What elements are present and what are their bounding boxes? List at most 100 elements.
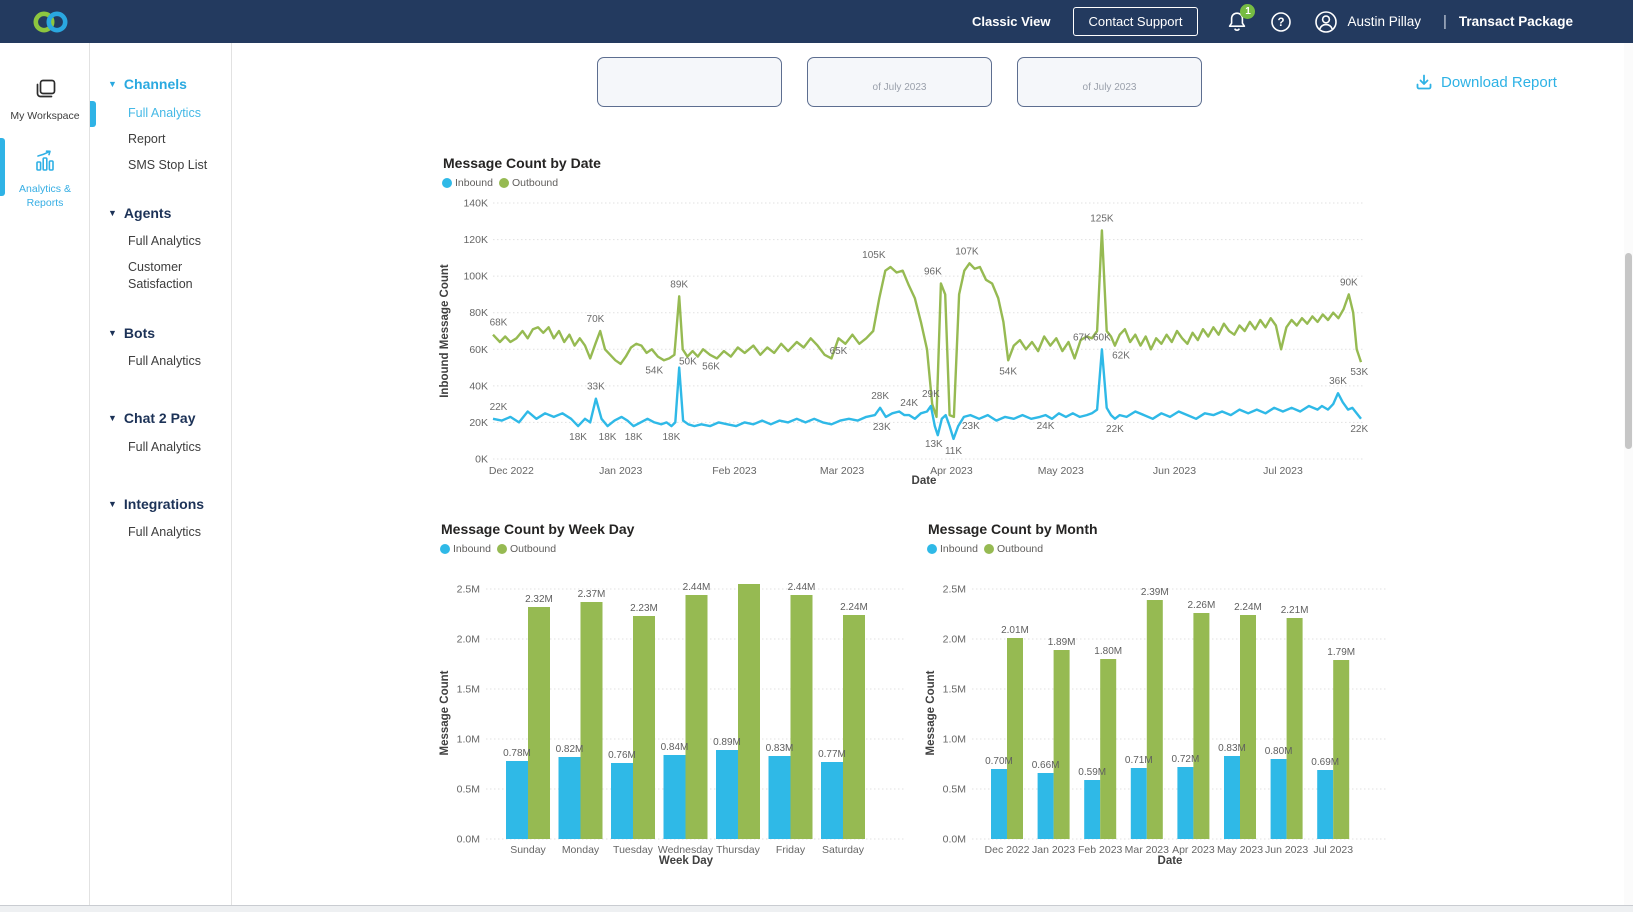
- sidebar-item-agents-customer-satisfaction[interactable]: Customer Satisfaction: [128, 259, 220, 293]
- help-button[interactable]: ?: [1270, 11, 1292, 33]
- svg-text:2.26M: 2.26M: [1188, 600, 1216, 611]
- sidebar-item-bots-full-analytics[interactable]: Full Analytics: [128, 353, 201, 370]
- svg-text:0.5M: 0.5M: [457, 784, 480, 796]
- svg-text:68K: 68K: [490, 318, 508, 329]
- svg-text:140K: 140K: [463, 198, 488, 210]
- svg-text:0.76M: 0.76M: [608, 750, 636, 761]
- svg-text:29K: 29K: [922, 389, 940, 400]
- svg-text:89K: 89K: [670, 279, 688, 290]
- legend-item-outbound: Outbound: [499, 177, 558, 189]
- month-chart-y-axis-title: Message Count: [925, 563, 941, 863]
- line-chart-title: Message Count by Date: [443, 155, 601, 171]
- svg-text:80K: 80K: [469, 307, 488, 319]
- legend-label: Outbound: [510, 543, 556, 555]
- help-icon: ?: [1270, 11, 1292, 33]
- month-chart-title: Message Count by Month: [928, 521, 1098, 537]
- date-filter-box-2[interactable]: of July 2023: [807, 57, 992, 107]
- sidebar-item-channels-sms-stop-list[interactable]: SMS Stop List: [128, 157, 207, 174]
- svg-text:Dec 2022: Dec 2022: [985, 844, 1030, 856]
- svg-text:2.0M: 2.0M: [943, 634, 966, 646]
- section-label: Chat 2 Pay: [124, 410, 196, 426]
- section-label: Channels: [124, 76, 187, 92]
- svg-text:0.5M: 0.5M: [943, 784, 966, 796]
- svg-text:2.39M: 2.39M: [1141, 587, 1169, 598]
- caret-down-icon: ▼: [108, 329, 117, 338]
- month-chart-legend: Inbound Outbound: [927, 543, 1043, 555]
- svg-text:70K: 70K: [587, 314, 605, 325]
- vertical-scrollbar-track[interactable]: [1624, 43, 1633, 905]
- active-item-bar: [90, 101, 96, 127]
- svg-text:60K: 60K: [1093, 332, 1111, 343]
- weekday-chart-legend: Inbound Outbound: [440, 543, 556, 555]
- svg-text:Jun 2023: Jun 2023: [1265, 844, 1308, 856]
- avatar-icon: [1314, 10, 1338, 34]
- svg-text:Jul 2023: Jul 2023: [1263, 465, 1303, 477]
- svg-text:Jul 2023: Jul 2023: [1313, 844, 1353, 856]
- svg-text:0.77M: 0.77M: [818, 749, 846, 760]
- svg-text:Jan 2023: Jan 2023: [1032, 844, 1075, 856]
- vertical-scrollbar-thumb[interactable]: [1625, 253, 1632, 449]
- svg-text:2.24M: 2.24M: [1234, 602, 1262, 613]
- legend-item-inbound: Inbound: [927, 543, 978, 555]
- sidebar-item-channels-full-analytics[interactable]: Full Analytics: [128, 105, 201, 122]
- svg-text:100K: 100K: [463, 271, 488, 283]
- sidebar-section-integrations[interactable]: ▼ Integrations: [108, 496, 204, 512]
- download-report-button[interactable]: Download Report: [1415, 73, 1557, 91]
- svg-text:1.79M: 1.79M: [1327, 647, 1355, 658]
- svg-text:105K: 105K: [862, 250, 886, 261]
- left-rail: My Workspace Analytics & Reports: [0, 43, 90, 905]
- svg-text:2.5M: 2.5M: [457, 584, 480, 596]
- rail-item-my-workspace[interactable]: My Workspace: [0, 77, 90, 124]
- navbar-right-cluster: Classic View Contact Support 1 ?: [972, 7, 1633, 36]
- sidebar-section-channels[interactable]: ▼ Channels: [108, 76, 187, 92]
- contact-support-button[interactable]: Contact Support: [1073, 7, 1199, 36]
- legend-dot-outbound: [499, 178, 509, 188]
- svg-text:0.71M: 0.71M: [1125, 755, 1153, 766]
- active-indicator-bar: [0, 138, 5, 196]
- legend-item-outbound: Outbound: [497, 543, 556, 555]
- month-chart-x-axis-title: Date: [1110, 855, 1230, 867]
- section-label: Agents: [124, 205, 171, 221]
- user-menu[interactable]: Austin Pillay: [1314, 10, 1421, 34]
- svg-text:54K: 54K: [999, 366, 1017, 377]
- legend-item-outbound: Outbound: [984, 543, 1043, 555]
- date-filter-value: of July 2023: [808, 82, 991, 93]
- svg-text:Sunday: Sunday: [510, 844, 546, 856]
- svg-text:1.5M: 1.5M: [943, 684, 966, 696]
- svg-text:22K: 22K: [490, 402, 508, 413]
- rail-item-analytics-reports[interactable]: Analytics & Reports: [0, 148, 90, 210]
- classic-view-toggle[interactable]: Classic View: [972, 14, 1051, 29]
- svg-text:Mar 2023: Mar 2023: [820, 465, 865, 477]
- date-filter-box-3[interactable]: of July 2023: [1017, 57, 1202, 107]
- user-name: Austin Pillay: [1347, 14, 1421, 29]
- svg-text:1.89M: 1.89M: [1048, 637, 1076, 648]
- svg-text:0.78M: 0.78M: [503, 748, 531, 759]
- svg-text:Monday: Monday: [562, 844, 600, 856]
- download-report-label: Download Report: [1441, 74, 1557, 91]
- notifications-button[interactable]: 1: [1226, 10, 1248, 34]
- svg-text:2.24M: 2.24M: [840, 602, 868, 613]
- date-filter-box-1[interactable]: [597, 57, 782, 107]
- workspace-icon: [32, 77, 58, 101]
- line-chart: 0K20K40K60K80K100K120K140KDec 2022Jan 20…: [440, 193, 1605, 493]
- svg-text:33K: 33K: [587, 382, 605, 393]
- sidebar-item-chat2pay-full-analytics[interactable]: Full Analytics: [128, 439, 201, 456]
- sidebar-item-channels-report[interactable]: Report: [128, 131, 166, 148]
- sidebar-section-agents[interactable]: ▼ Agents: [108, 205, 171, 221]
- date-filter-value: of July 2023: [1018, 82, 1201, 93]
- app-logo[interactable]: [30, 9, 72, 35]
- sidebar-item-integrations-full-analytics[interactable]: Full Analytics: [128, 524, 201, 541]
- svg-text:11K: 11K: [945, 446, 962, 457]
- svg-text:22K: 22K: [1350, 424, 1368, 435]
- sidebar-section-bots[interactable]: ▼ Bots: [108, 325, 155, 341]
- sidebar-section-chat-2-pay[interactable]: ▼ Chat 2 Pay: [108, 410, 196, 426]
- svg-text:18K: 18K: [569, 432, 587, 443]
- svg-text:67K: 67K: [1073, 332, 1091, 343]
- weekday-chart-x-axis-title: Week Day: [626, 855, 746, 867]
- svg-text:107K: 107K: [955, 246, 979, 257]
- sidebar-item-agents-full-analytics[interactable]: Full Analytics: [128, 233, 201, 250]
- svg-text:?: ?: [1278, 17, 1285, 29]
- svg-text:0.70M: 0.70M: [985, 756, 1013, 767]
- svg-text:0.83M: 0.83M: [766, 743, 794, 754]
- logo-icon: [30, 9, 72, 35]
